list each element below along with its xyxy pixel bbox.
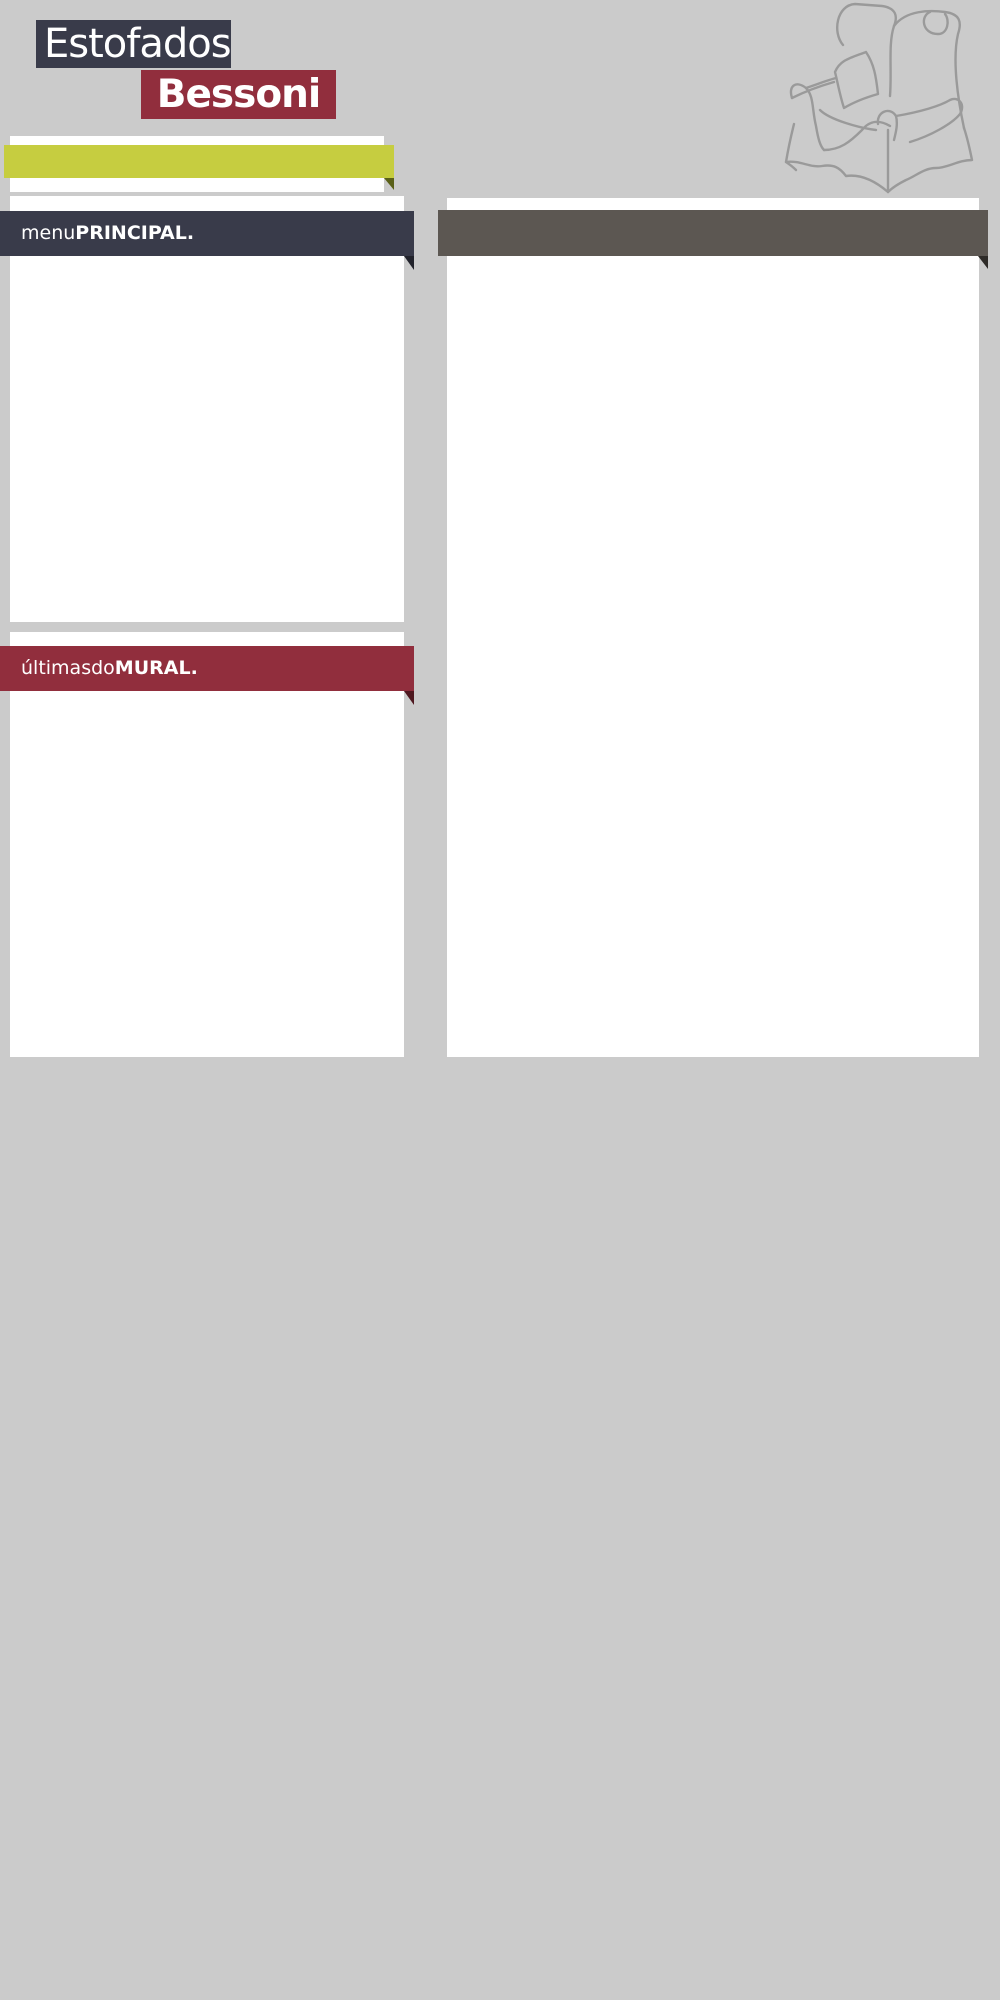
main-content-header: [438, 210, 988, 256]
main-content-panel: [447, 198, 979, 1057]
menu-principal-header: menuPRINCIPAL.: [0, 211, 414, 256]
mural-title-light: últimasdo: [21, 657, 115, 679]
menu-principal-panel: [10, 196, 404, 622]
menu-ribbon-fold: [404, 256, 414, 270]
main-ribbon-fold: [978, 256, 988, 269]
logo-estofados[interactable]: Estofados: [36, 20, 231, 68]
mural-panel: [10, 632, 404, 1057]
mural-ribbon-fold: [404, 691, 414, 705]
logo-bessoni[interactable]: Bessoni: [141, 70, 336, 119]
menu-title-light: menu: [21, 222, 76, 244]
search-input[interactable]: [4, 145, 394, 178]
mural-title-bold: MURAL.: [114, 657, 198, 679]
menu-title-bold: PRINCIPAL.: [75, 222, 195, 244]
mural-header: últimasdoMURAL.: [0, 646, 414, 691]
search-ribbon-fold: [384, 178, 394, 190]
armchair-icon: [780, 0, 980, 200]
